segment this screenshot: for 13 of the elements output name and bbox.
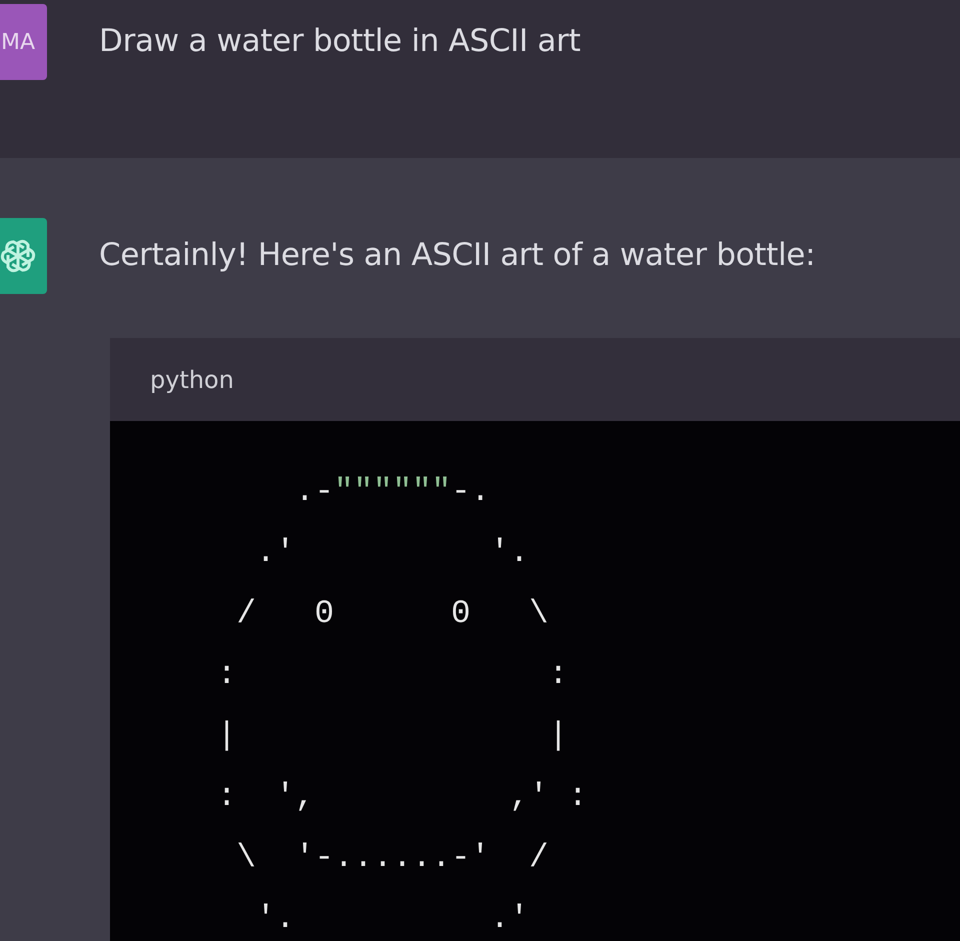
code-line: .-""""""-. <box>294 473 490 510</box>
message-text: Draw a water bottle in ASCII art <box>99 23 580 61</box>
code-line: | | <box>217 717 568 754</box>
assistant-avatar-icon <box>0 218 47 294</box>
code-line: : ', ,' : <box>217 778 588 815</box>
user-avatar: MA <box>0 4 47 80</box>
code-line: \ '-......-' / <box>236 839 549 876</box>
code-line: '. .' <box>255 900 530 937</box>
code-line: .' '. <box>255 534 530 571</box>
code-line: : : <box>217 656 568 693</box>
code-line: / 0 0 \ <box>236 595 549 632</box>
message-text: Certainly! Here's an ASCII art of a water bottle: <box>99 237 816 275</box>
code-language: python <box>150 364 234 396</box>
